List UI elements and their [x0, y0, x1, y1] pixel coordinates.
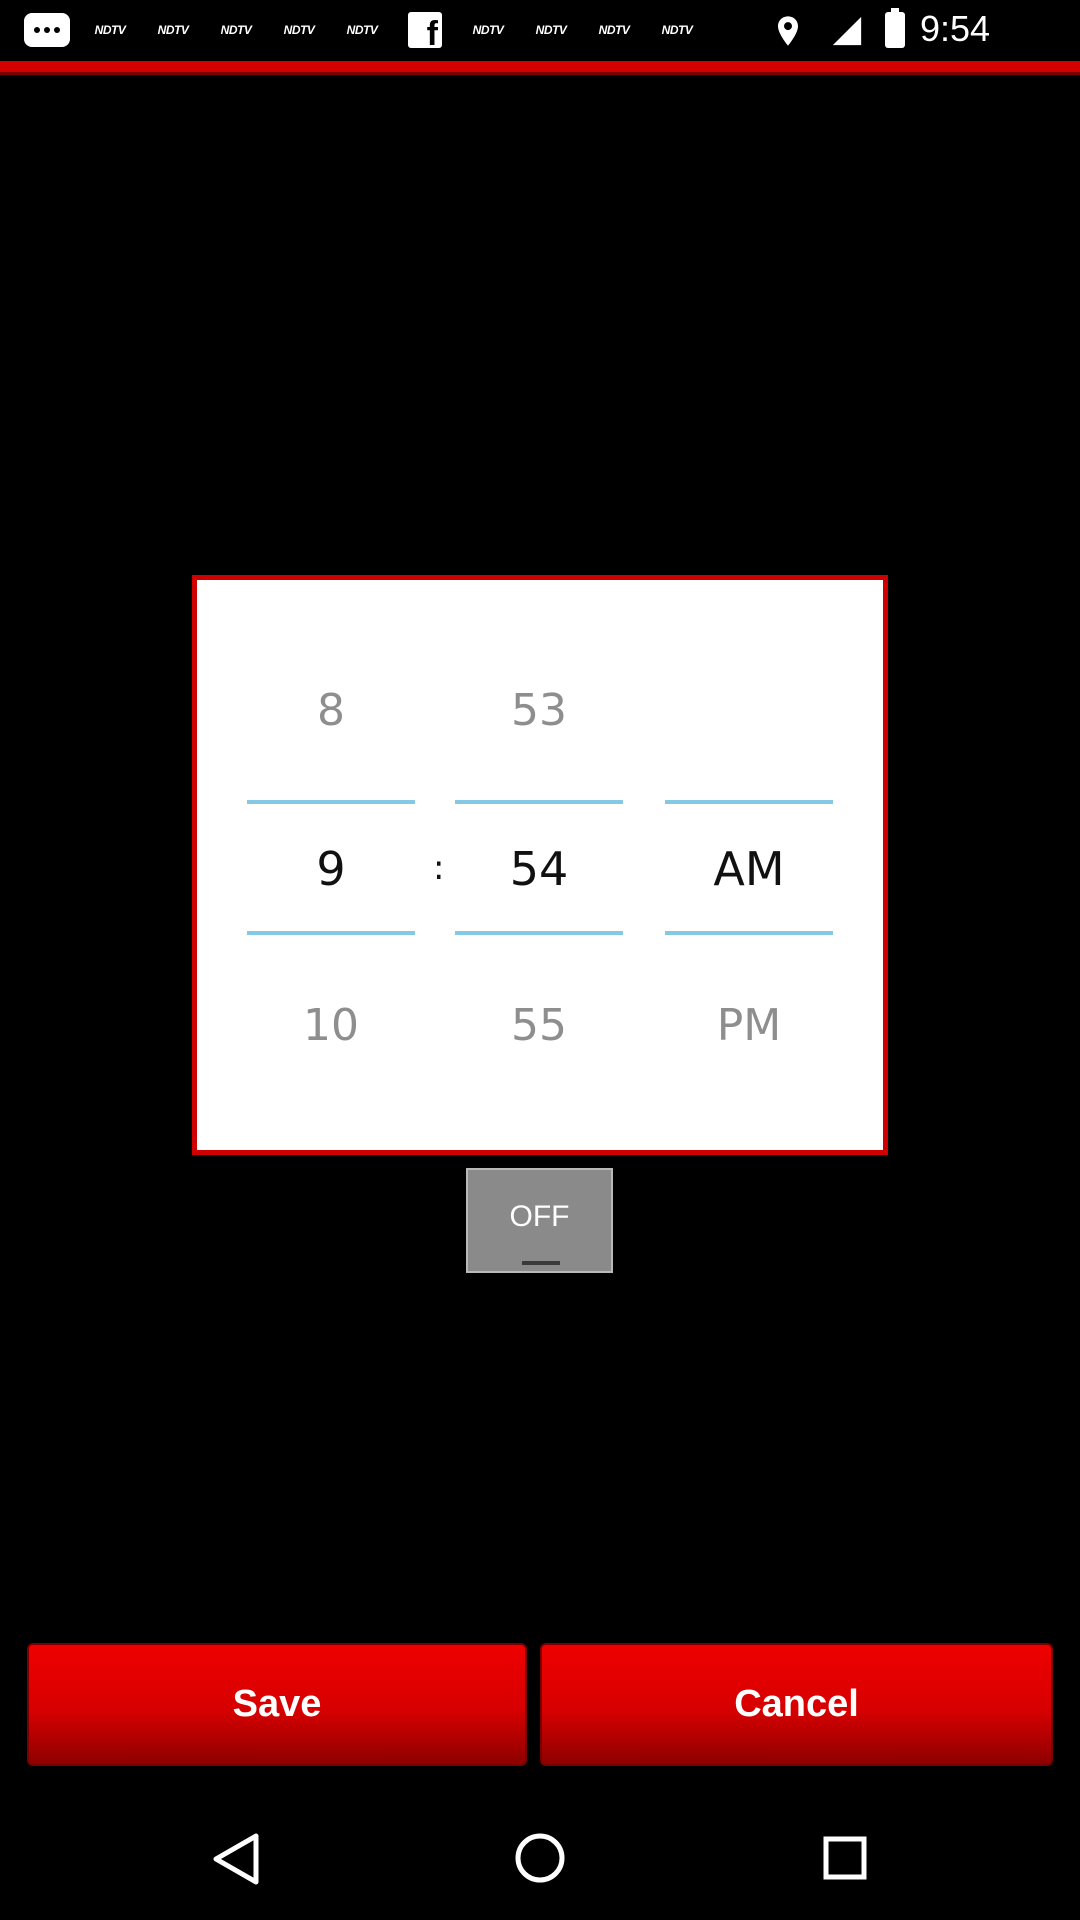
ampm-picker[interactable]: AM PM	[665, 580, 833, 1150]
signal-icon	[832, 16, 862, 46]
minute-divider-top	[455, 800, 623, 804]
facebook-icon: f	[408, 12, 442, 52]
hour-picker[interactable]: 8 9 10	[247, 580, 415, 1150]
ampm-next-value[interactable]: PM	[665, 1000, 833, 1051]
hour-divider-bottom	[247, 931, 415, 935]
ampm-divider-bottom	[665, 931, 833, 935]
battery-icon	[885, 8, 905, 48]
minute-divider-bottom	[455, 931, 623, 935]
ndtv-notification-icon: NDTV	[661, 23, 693, 37]
hour-prev-value[interactable]: 8	[247, 685, 415, 736]
minute-current-value[interactable]: 54	[455, 842, 623, 896]
alarm-toggle-button[interactable]: OFF	[466, 1168, 613, 1273]
time-separator: :	[433, 848, 445, 888]
location-icon	[778, 16, 798, 46]
ndtv-notification-icon: NDTV	[220, 23, 252, 37]
status-bar: NDTV NDTV NDTV NDTV NDTV f NDTV NDTV NDT…	[0, 0, 1080, 60]
ampm-divider-top	[665, 800, 833, 804]
recents-icon[interactable]	[822, 1835, 868, 1881]
toggle-label: OFF	[509, 1200, 570, 1233]
ndtv-notification-icon: NDTV	[283, 23, 315, 37]
hour-divider-top	[247, 800, 415, 804]
ampm-current-value[interactable]: AM	[665, 842, 833, 896]
back-icon[interactable]	[210, 1832, 260, 1886]
minute-prev-value[interactable]: 53	[455, 685, 623, 736]
ndtv-notification-icon: NDTV	[346, 23, 378, 37]
navigation-bar	[0, 1790, 1080, 1920]
ndtv-notification-icon: NDTV	[157, 23, 189, 37]
ndtv-notification-icon: NDTV	[94, 23, 126, 37]
time-picker: 8 9 10 : 53 54 55 AM PM	[192, 575, 888, 1155]
minute-next-value[interactable]: 55	[455, 1000, 623, 1051]
ndtv-notification-icon: NDTV	[472, 23, 504, 37]
message-icon	[24, 13, 70, 47]
cancel-button[interactable]: Cancel	[540, 1643, 1053, 1766]
hour-next-value[interactable]: 10	[247, 1000, 415, 1051]
save-button[interactable]: Save	[27, 1643, 527, 1766]
home-icon[interactable]	[514, 1832, 566, 1884]
status-time: 9:54	[920, 8, 991, 49]
ndtv-notification-icon: NDTV	[598, 23, 630, 37]
ndtv-notification-icon: NDTV	[535, 23, 567, 37]
minute-picker[interactable]: 53 54 55	[455, 580, 623, 1150]
toggle-indicator	[522, 1261, 560, 1265]
header-accent-bar	[0, 61, 1080, 75]
hour-current-value[interactable]: 9	[247, 842, 415, 896]
